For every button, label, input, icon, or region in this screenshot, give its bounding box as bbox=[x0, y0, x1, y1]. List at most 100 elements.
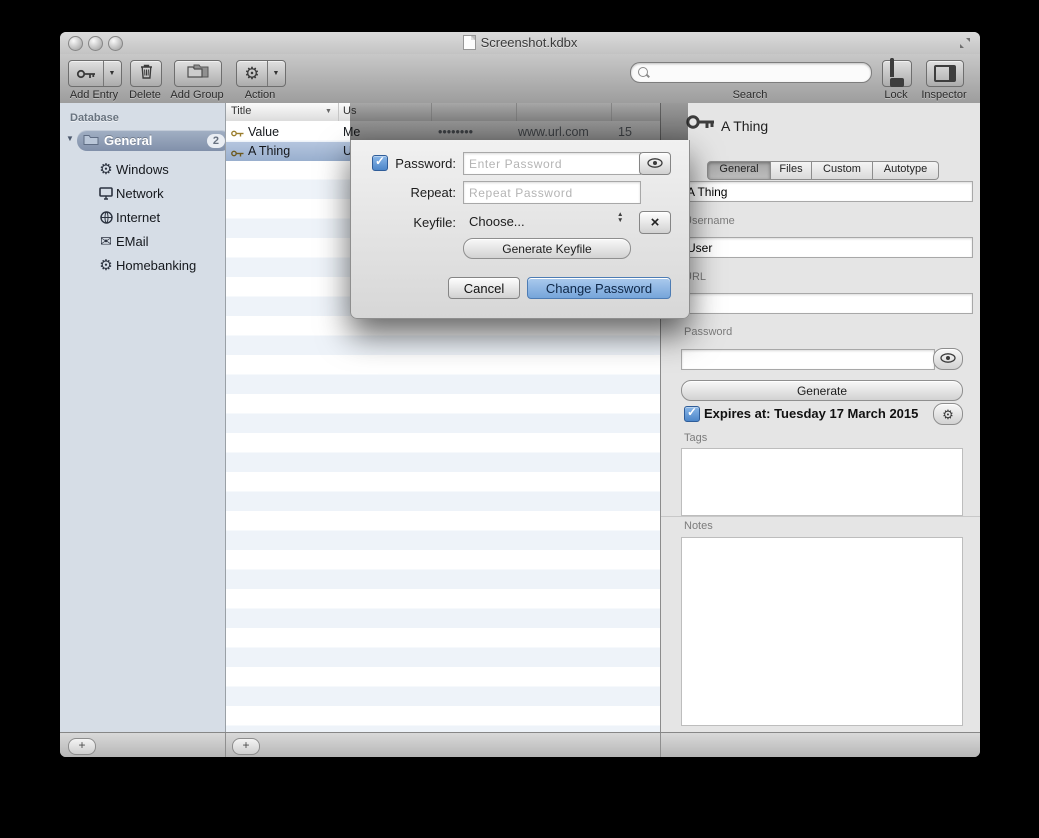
toolbar: ▼ Add Entry Delete Add Group ⚙ ▼ Action … bbox=[60, 54, 980, 104]
chevron-down-icon[interactable]: ▼ bbox=[103, 61, 121, 86]
sidebar-item-label: Windows bbox=[116, 162, 169, 177]
fullscreen-icon[interactable] bbox=[958, 36, 972, 55]
sheet-keyfile-label: Keyfile: bbox=[391, 215, 456, 230]
group-count-badge: 2 bbox=[207, 134, 225, 148]
change-password-sheet: Password: Repeat: Keyfile: Choose... ▲▼ … bbox=[350, 140, 690, 319]
key-icon bbox=[231, 147, 244, 161]
document-icon bbox=[463, 35, 476, 50]
add-entry-button[interactable]: ▼ bbox=[68, 60, 122, 87]
key-icon bbox=[685, 107, 715, 142]
url-field[interactable] bbox=[681, 293, 973, 314]
inspector-button[interactable] bbox=[926, 60, 964, 87]
add-group-plus-button[interactable]: + bbox=[68, 738, 96, 755]
expires-settings-button[interactable]: ⚙ bbox=[933, 403, 963, 425]
add-entry-plus-button[interactable]: + bbox=[232, 738, 260, 755]
globe-icon bbox=[96, 211, 116, 224]
gear-icon: ⚙ bbox=[96, 256, 116, 274]
inspector-label: Inspector bbox=[914, 89, 974, 101]
password-field[interactable] bbox=[681, 349, 935, 370]
close-icon: × bbox=[651, 215, 660, 230]
keyfile-popup[interactable]: Choose... bbox=[469, 214, 525, 229]
key-icon bbox=[231, 127, 244, 141]
repeat-password-input[interactable] bbox=[463, 181, 641, 204]
tags-field[interactable] bbox=[681, 448, 963, 516]
reveal-password-button[interactable] bbox=[639, 152, 671, 175]
column-divider[interactable] bbox=[338, 103, 339, 121]
notes-label: Notes bbox=[684, 520, 713, 532]
password-checkbox[interactable] bbox=[372, 155, 388, 171]
inspector-panel: A Thing General Files Custom Autotype Us… bbox=[660, 103, 980, 732]
search-input[interactable] bbox=[653, 64, 865, 81]
username-label: Username bbox=[684, 215, 735, 227]
gear-icon: ⚙ bbox=[942, 408, 954, 421]
generate-password-button[interactable]: Generate bbox=[681, 380, 963, 401]
tags-label: Tags bbox=[684, 432, 707, 444]
action-label: Action bbox=[232, 89, 288, 101]
delete-button[interactable] bbox=[130, 60, 162, 87]
tab-custom[interactable]: Custom bbox=[812, 161, 873, 180]
gear-icon: ⚙ bbox=[96, 160, 116, 178]
cell-title: A Thing bbox=[248, 144, 290, 158]
eye-icon bbox=[647, 156, 663, 171]
action-button[interactable]: ⚙ ▼ bbox=[236, 60, 286, 87]
cancel-button[interactable]: Cancel bbox=[448, 277, 520, 299]
notes-field[interactable] bbox=[681, 537, 963, 726]
tab-files[interactable]: Files bbox=[771, 161, 812, 180]
sheet-shadow bbox=[350, 103, 688, 140]
sort-arrow-icon[interactable]: ▼ bbox=[325, 108, 332, 115]
sidebar-item-label: Network bbox=[116, 186, 164, 201]
pane-divider bbox=[225, 733, 226, 757]
reveal-password-button[interactable] bbox=[933, 348, 963, 370]
lock-label: Lock bbox=[872, 89, 920, 101]
sheet-repeat-label: Repeat: bbox=[391, 185, 456, 200]
folder-icon bbox=[83, 132, 99, 150]
sidebar-header: Database bbox=[70, 112, 119, 124]
stepper-icon[interactable]: ▲▼ bbox=[617, 212, 623, 223]
disclosure-triangle-icon[interactable]: ▼ bbox=[66, 134, 74, 143]
panel-icon bbox=[934, 65, 956, 82]
monitor-icon bbox=[96, 187, 116, 200]
section-divider bbox=[661, 516, 980, 517]
lock-button[interactable] bbox=[882, 60, 912, 87]
new-password-input[interactable] bbox=[463, 152, 641, 175]
bottom-bar: + + bbox=[60, 732, 980, 757]
sidebar-item-label: EMail bbox=[116, 234, 149, 249]
window-title: Screenshot.kdbx bbox=[60, 35, 980, 50]
expires-label: Expires at: Tuesday 17 March 2015 bbox=[704, 406, 918, 421]
search-label: Search bbox=[630, 89, 870, 101]
sidebar-group-general[interactable]: General 2 bbox=[77, 130, 231, 151]
search-icon bbox=[638, 67, 648, 77]
title-bar: Screenshot.kdbx bbox=[60, 32, 980, 55]
key-icon bbox=[70, 61, 103, 86]
sidebar: Database ▼ General 2 ⚙ Windows Network I… bbox=[60, 103, 225, 732]
tab-general[interactable]: General bbox=[707, 161, 771, 180]
expires-checkbox[interactable] bbox=[684, 406, 700, 422]
sidebar-item-label: Homebanking bbox=[116, 258, 196, 273]
add-group-button[interactable] bbox=[174, 60, 222, 87]
title-field[interactable] bbox=[681, 181, 973, 202]
app-window: Screenshot.kdbx ▼ Add Entry Delete Add G… bbox=[60, 32, 980, 757]
inspector-tabs: General Files Custom Autotype bbox=[707, 161, 939, 178]
envelope-icon: ✉ bbox=[96, 233, 116, 250]
inspector-entry-title: A Thing bbox=[721, 118, 768, 134]
trash-icon bbox=[140, 64, 153, 84]
add-group-label: Add Group bbox=[168, 89, 226, 101]
change-password-button[interactable]: Change Password bbox=[527, 277, 671, 299]
padlock-icon bbox=[890, 60, 904, 87]
folders-icon bbox=[187, 64, 209, 83]
sidebar-item-label: Internet bbox=[116, 210, 160, 225]
cell-title: Value bbox=[248, 125, 279, 139]
generate-keyfile-button[interactable]: Generate Keyfile bbox=[463, 238, 631, 259]
pane-divider bbox=[660, 733, 661, 757]
delete-label: Delete bbox=[116, 89, 174, 101]
tab-autotype[interactable]: Autotype bbox=[873, 161, 939, 180]
username-field[interactable] bbox=[681, 237, 973, 258]
chevron-down-icon[interactable]: ▼ bbox=[267, 61, 285, 86]
sidebar-group-label: General bbox=[104, 133, 207, 148]
sheet-password-label: Password: bbox=[391, 156, 456, 171]
eye-icon bbox=[940, 352, 956, 366]
password-label: Password bbox=[684, 326, 732, 338]
clear-keyfile-button[interactable]: × bbox=[639, 211, 671, 234]
search-field[interactable] bbox=[630, 62, 872, 83]
column-header-title[interactable]: Title bbox=[231, 105, 251, 117]
